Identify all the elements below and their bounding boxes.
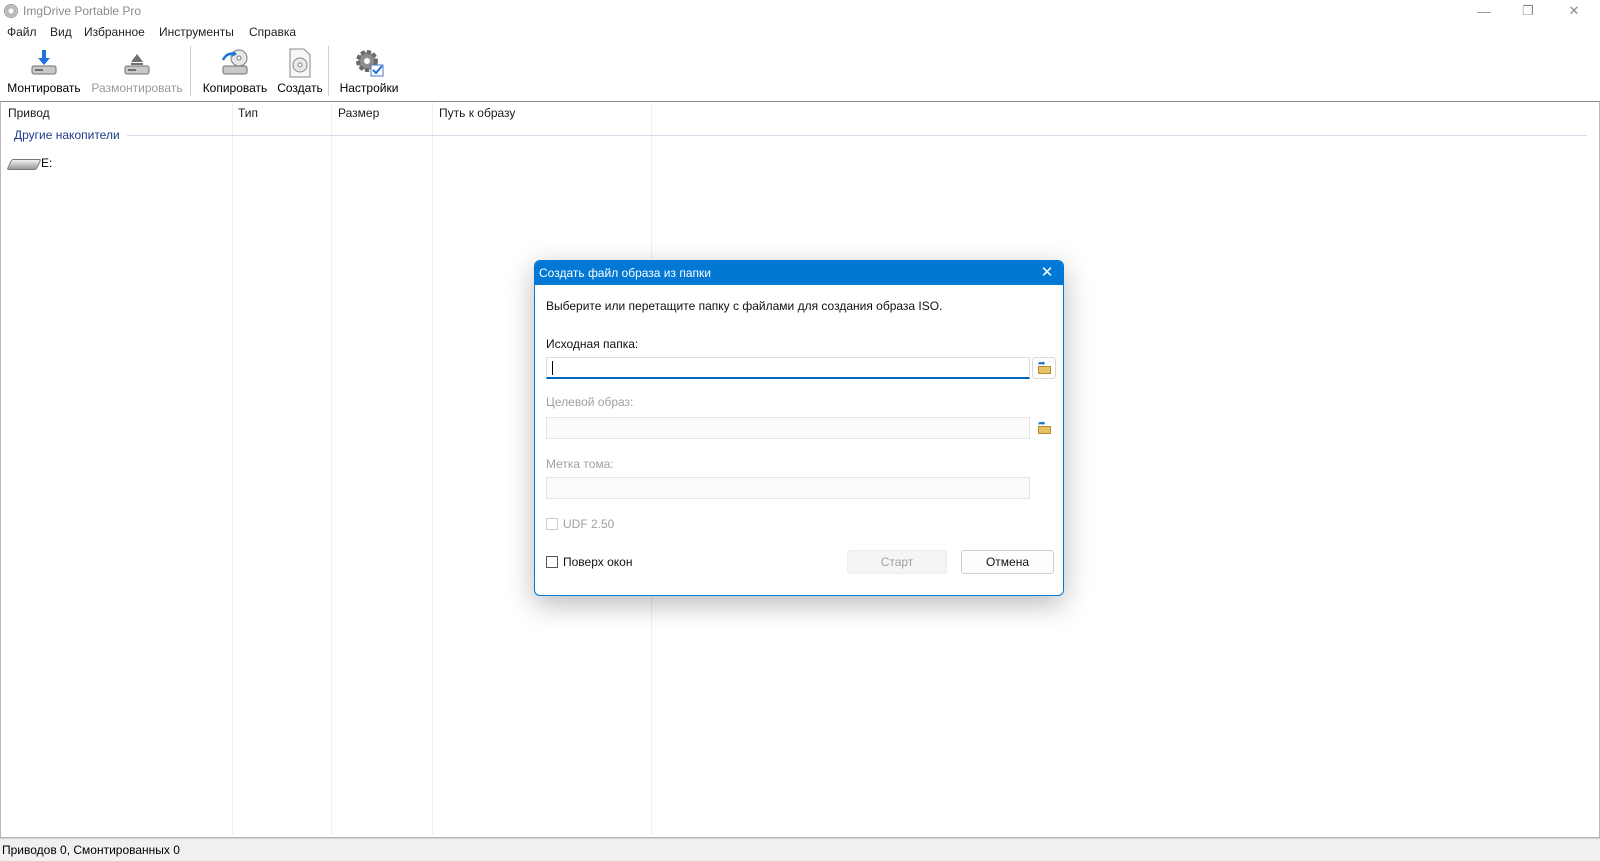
folder-icon (1038, 366, 1051, 374)
unmount-icon (90, 48, 184, 78)
menu-tools[interactable]: Инструменты (159, 25, 234, 39)
toolbar-separator (328, 46, 329, 96)
create-button[interactable]: Создать (275, 48, 325, 100)
target-image-input[interactable] (546, 417, 1030, 439)
toolbar-separator (190, 46, 191, 96)
create-image-dialog: Создать файл образа из папки ✕ Выберите … (534, 260, 1064, 596)
copy-label: Копировать (202, 81, 268, 95)
restore-button[interactable]: ❐ (1506, 0, 1550, 22)
group-header-other-drives[interactable]: Другие накопители (14, 128, 120, 142)
column-header-type[interactable]: Тип (238, 106, 258, 120)
udf-checkbox[interactable] (546, 518, 558, 530)
browse-target-button[interactable]: ➦ (1032, 417, 1056, 439)
volume-label-input[interactable] (546, 477, 1030, 499)
dialog-instructions: Выберите или перетащите папку с файлами … (546, 299, 943, 313)
cancel-button[interactable]: Отмена (961, 550, 1054, 574)
settings-gear-icon (336, 48, 402, 78)
copy-disc-icon (200, 48, 270, 78)
mount-button[interactable]: Монтировать (6, 48, 82, 100)
group-divider (127, 135, 1587, 136)
source-folder-input[interactable] (546, 357, 1030, 379)
dialog-title: Создать файл образа из папки (539, 266, 711, 280)
browse-source-button[interactable]: ➦ (1032, 357, 1056, 379)
always-on-top-checkbox[interactable] (546, 556, 558, 568)
close-window-button[interactable]: ✕ (1552, 0, 1596, 22)
column-divider (232, 102, 233, 835)
settings-label: Настройки (339, 81, 399, 95)
mount-label: Монтировать (7, 81, 81, 95)
column-header-path[interactable]: Путь к образу (439, 106, 515, 120)
app-disc-icon (4, 4, 18, 18)
target-image-label: Целевой образ: (546, 395, 634, 409)
create-label: Создать (277, 81, 323, 95)
hard-drive-icon (6, 159, 42, 170)
minimize-button[interactable]: — (1462, 0, 1506, 22)
drive-name: E: (41, 156, 53, 170)
menu-favorites[interactable]: Избранное (84, 25, 145, 39)
always-on-top-label: Поверх окон (563, 555, 633, 569)
column-divider (432, 102, 433, 835)
column-divider (331, 102, 332, 835)
source-folder-label: Исходная папка: (546, 337, 639, 351)
volume-label-label: Метка тома: (546, 457, 614, 471)
status-bar: Приводов 0, Смонтированных 0 (0, 838, 1600, 861)
status-text: Приводов 0, Смонтированных 0 (2, 843, 180, 857)
title-bar: ImgDrive Portable Pro — ❐ ✕ (0, 0, 1600, 24)
toolbar: Монтировать Размонтировать Копировать Со… (0, 44, 1600, 100)
folder-icon (1038, 426, 1051, 434)
start-button[interactable]: Старт (847, 550, 947, 574)
udf-label: UDF 2.50 (563, 517, 615, 531)
menu-bar: Файл Вид Избранное Инструменты Справка (0, 24, 1600, 42)
menu-help[interactable]: Справка (249, 25, 296, 39)
create-image-icon (275, 48, 325, 78)
unmount-button[interactable]: Размонтировать (90, 48, 184, 100)
menu-view[interactable]: Вид (50, 25, 72, 39)
menu-file[interactable]: Файл (7, 25, 37, 39)
column-header-drive[interactable]: Привод (8, 106, 50, 120)
dialog-title-bar: Создать файл образа из папки ✕ (535, 261, 1063, 285)
unmount-label: Размонтировать (91, 81, 183, 95)
mount-icon (6, 48, 82, 78)
copy-button[interactable]: Копировать (200, 48, 270, 100)
text-caret (552, 361, 553, 375)
dialog-close-icon[interactable]: ✕ (1037, 263, 1057, 281)
window-title: ImgDrive Portable Pro (23, 4, 142, 18)
settings-button[interactable]: Настройки (336, 48, 402, 100)
column-header-size[interactable]: Размер (338, 106, 379, 120)
